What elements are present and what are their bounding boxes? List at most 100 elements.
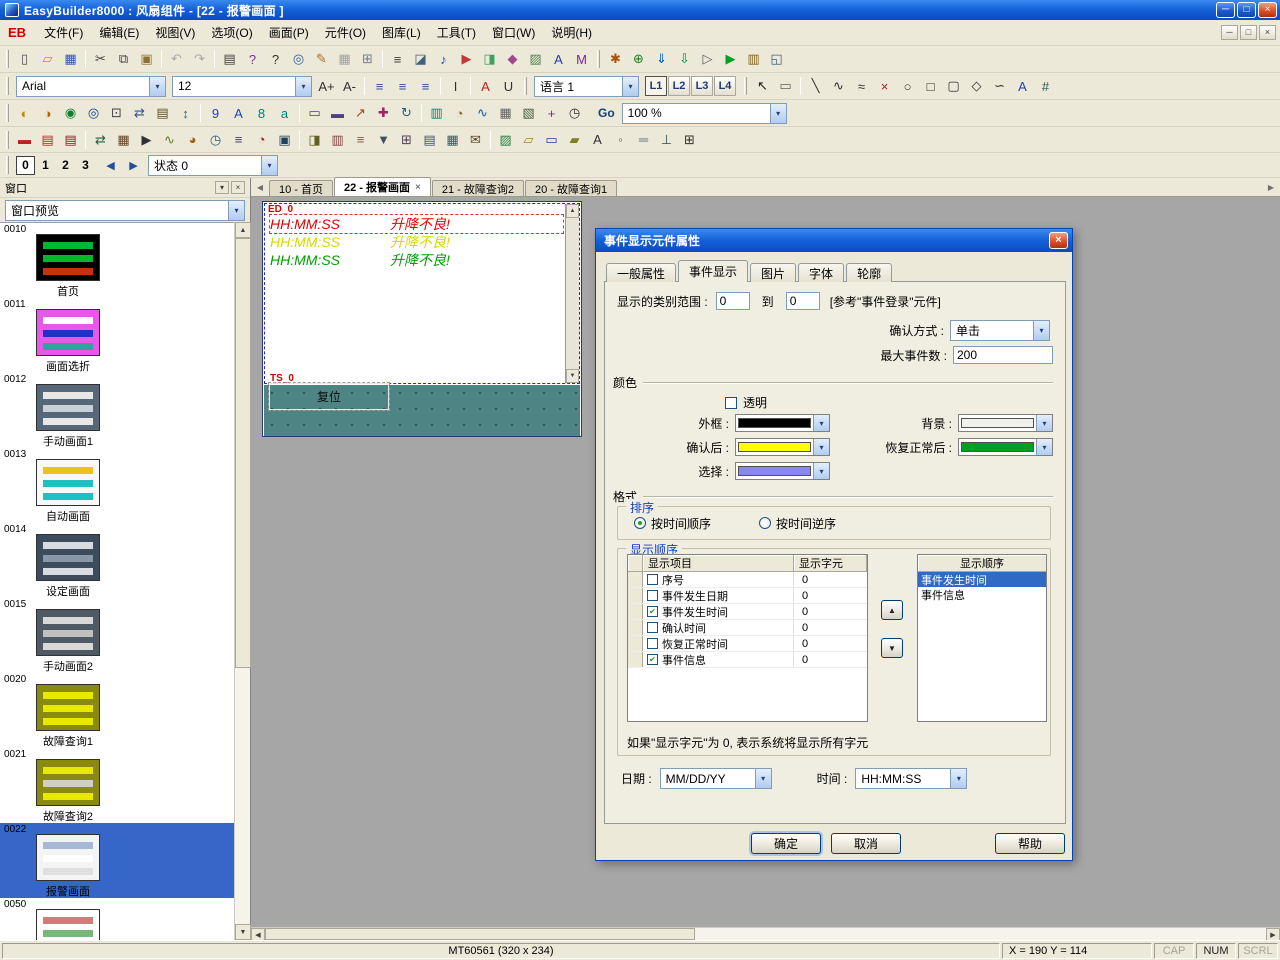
undo-icon[interactable]: ↶: [165, 48, 188, 70]
event-display-element[interactable]: ED_0 HH:MM:SS升降不良!HH:MM:SS升降不良!HH:MM:SS升…: [264, 203, 580, 384]
cancel-button[interactable]: 取消: [831, 833, 901, 854]
prev-state-icon[interactable]: ◀: [99, 154, 122, 176]
close-button[interactable]: ×: [1258, 2, 1277, 18]
mdi-close-button[interactable]: ×: [1259, 25, 1276, 40]
row-selector[interactable]: [628, 572, 643, 587]
indirect-window-icon[interactable]: ▭: [303, 102, 326, 124]
ok-button[interactable]: 确定: [751, 833, 821, 854]
compile-icon[interactable]: ⊕: [627, 48, 650, 70]
meter-display-icon[interactable]: ◔: [448, 102, 471, 124]
sound-library-icon[interactable]: ♪: [432, 48, 455, 70]
state-button-1[interactable]: 1: [36, 156, 55, 175]
font-enlarge-icon[interactable]: A+: [315, 75, 338, 97]
freehand-icon[interactable]: ∽: [988, 75, 1011, 97]
usb-download-icon[interactable]: ⇩: [673, 48, 696, 70]
font-shrink-icon[interactable]: A-: [338, 75, 361, 97]
dynamic-scale-icon[interactable]: ⊥: [655, 129, 678, 151]
zoom-select[interactable]: 100 % ▾: [622, 103, 787, 124]
rotation-icon[interactable]: ↻: [395, 102, 418, 124]
window-item-0011[interactable]: 0011画面选折: [0, 298, 234, 373]
row-selector[interactable]: [628, 604, 643, 619]
window-list-scrollbar[interactable]: ▲ ▼: [234, 222, 250, 940]
set-bit-icon[interactable]: ◉: [59, 102, 82, 124]
macro-icon[interactable]: M: [570, 48, 593, 70]
date-display-icon[interactable]: ▭: [540, 129, 563, 151]
state-button-0[interactable]: 0: [16, 156, 35, 175]
message-icon[interactable]: ◨: [478, 48, 501, 70]
language-select[interactable]: 语言 1 ▾: [534, 76, 639, 97]
set-word-icon[interactable]: ◎: [82, 102, 105, 124]
scroll-down-icon[interactable]: ▼: [235, 924, 251, 940]
numeric-input-icon[interactable]: 9: [204, 102, 227, 124]
save-icon[interactable]: ▦: [59, 48, 82, 70]
help-icon[interactable]: ?: [241, 48, 264, 70]
move-down-button[interactable]: ▼: [881, 638, 903, 658]
data-transfer-icon[interactable]: ⇄: [89, 129, 112, 151]
alarm-display-icon[interactable]: ▤: [36, 129, 59, 151]
project-info-icon[interactable]: ◱: [765, 48, 788, 70]
align-right-icon[interactable]: ≡: [414, 75, 437, 97]
restore-color-select[interactable]: ▾: [958, 438, 1053, 456]
data-block-icon[interactable]: ▧: [517, 102, 540, 124]
item-checkbox[interactable]: ✔: [647, 606, 658, 617]
whats-this-icon[interactable]: ?: [264, 48, 287, 70]
redraw-icon[interactable]: ◎: [287, 48, 310, 70]
toggle-switch-icon[interactable]: ⇄: [128, 102, 151, 124]
grid-icon[interactable]: ▦: [333, 48, 356, 70]
sort-descending-radio[interactable]: [759, 517, 771, 529]
panel-dropdown-icon[interactable]: ▾: [215, 181, 229, 194]
trend-display-icon[interactable]: ∿: [471, 102, 494, 124]
download-icon[interactable]: ⇓: [650, 48, 673, 70]
font-color-icon[interactable]: A: [474, 75, 497, 97]
snap-icon[interactable]: ⊞: [356, 48, 379, 70]
dialog-tab-轮廓[interactable]: 轮廓: [846, 263, 892, 282]
backup-icon[interactable]: ▦: [112, 129, 135, 151]
paste-icon[interactable]: ▣: [135, 48, 158, 70]
menu-item-1[interactable]: 文件(F): [36, 21, 91, 44]
online-simulation-icon[interactable]: ▶: [719, 48, 742, 70]
data-sampling-icon[interactable]: ∿: [158, 129, 181, 151]
numeric-display-icon[interactable]: 8: [250, 102, 273, 124]
line-icon[interactable]: ╲: [804, 75, 827, 97]
italic-icon[interactable]: I: [444, 75, 467, 97]
window-item-0014[interactable]: 0014设定画面: [0, 523, 234, 598]
rounded-rectangle-icon[interactable]: ▢: [942, 75, 965, 97]
combo-button-icon[interactable]: ▼: [372, 129, 395, 151]
polygon-icon[interactable]: ◇: [965, 75, 988, 97]
function-key-icon[interactable]: ⊡: [105, 102, 128, 124]
lang-button-L2[interactable]: L2: [668, 76, 690, 96]
dialog-tab-一般属性[interactable]: 一般属性: [606, 263, 676, 282]
window-item-0015[interactable]: 0015手动画面2: [0, 598, 234, 673]
lang-button-L3[interactable]: L3: [691, 76, 713, 96]
xy-plot-icon[interactable]: +: [540, 102, 563, 124]
window-item-0022[interactable]: 0022报警画面: [0, 823, 234, 898]
tab-scroll-right-icon[interactable]: ▶: [1264, 180, 1278, 195]
item-checkbox[interactable]: [647, 574, 658, 585]
ack-color-select[interactable]: ▾: [735, 438, 830, 456]
state-button-2[interactable]: 2: [56, 156, 75, 175]
slider-icon[interactable]: ↕: [174, 102, 197, 124]
delete-point-icon[interactable]: ×: [873, 75, 896, 97]
time-format-select[interactable]: HH:MM:SS ▾: [855, 768, 967, 789]
media-icon[interactable]: ▶: [455, 48, 478, 70]
menu-item-5[interactable]: 画面(P): [261, 21, 317, 44]
string-table-icon[interactable]: ▤: [418, 129, 441, 151]
build-data-icon[interactable]: ▥: [742, 48, 765, 70]
print-icon[interactable]: ▤: [218, 48, 241, 70]
system-parameters-icon[interactable]: ✱: [604, 48, 627, 70]
menu-item-7[interactable]: 图库(L): [374, 21, 429, 44]
select-color-select[interactable]: ▾: [735, 462, 830, 480]
window-item-0012[interactable]: 0012手动画面1: [0, 373, 234, 448]
menu-item-4[interactable]: 选项(O): [203, 21, 260, 44]
move-up-button[interactable]: ▲: [881, 600, 903, 620]
database-icon[interactable]: ▦: [441, 129, 464, 151]
new-file-icon[interactable]: ▯: [13, 48, 36, 70]
menu-item-3[interactable]: 视图(V): [147, 21, 203, 44]
label-library-icon[interactable]: A: [547, 48, 570, 70]
row-selector[interactable]: [628, 620, 643, 635]
text-icon[interactable]: A: [1011, 75, 1034, 97]
item-checkbox[interactable]: [647, 638, 658, 649]
ack-mode-select[interactable]: 单击 ▾: [950, 320, 1050, 341]
lang-button-L1[interactable]: L1: [645, 76, 667, 96]
lang-button-L4[interactable]: L4: [714, 76, 736, 96]
